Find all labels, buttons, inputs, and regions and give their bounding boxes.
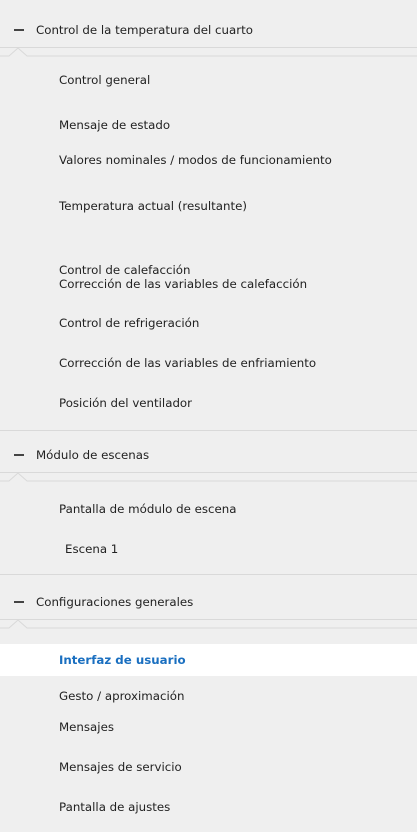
tree-item-label: Corrección de las variables de enfriamie…: [59, 356, 317, 370]
tree-item-label: Control general: [59, 73, 151, 87]
tree-item-mensaje-de-estado[interactable]: Mensaje de estado: [0, 109, 417, 141]
tree-item-pantalla-modulo-escena[interactable]: Pantalla de módulo de escena: [0, 493, 417, 525]
section-header-scene-module[interactable]: Módulo de escenas: [0, 437, 417, 473]
section-divider: [0, 574, 417, 575]
section-title: Configuraciones generales: [36, 595, 194, 609]
section-title: Módulo de escenas: [36, 448, 150, 462]
tree-item-label: Corrección de las variables de calefacci…: [59, 277, 308, 291]
tree-item-posicion-del-ventilador[interactable]: Posición del ventilador: [0, 387, 417, 419]
minus-collapse-icon[interactable]: [14, 29, 24, 31]
tree-item-label: Valores nominales / modos de funcionamie…: [59, 153, 332, 167]
tree-item-mensajes-de-servicio[interactable]: Mensajes de servicio: [0, 751, 417, 783]
tree-item-temperatura-actual[interactable]: Temperatura actual (resultante): [0, 190, 417, 222]
tree-item-label: Posición del ventilador: [59, 396, 192, 410]
tree-item-label: Mensajes de servicio: [59, 760, 182, 774]
tree-item-escena-1[interactable]: Escena 1: [0, 533, 417, 565]
tree-item-label: Mensaje de estado: [59, 118, 171, 132]
minus-collapse-icon[interactable]: [14, 601, 24, 603]
section-notch: [0, 619, 417, 629]
tree-item-label: Temperatura actual (resultante): [59, 199, 247, 213]
tree-item-mensajes[interactable]: Mensajes: [0, 711, 417, 743]
tree-item-label: Control de refrigeración: [59, 316, 200, 330]
tree-item-valores-nominales[interactable]: Valores nominales / modos de funcionamie…: [0, 144, 417, 176]
tree-item-correccion-calefaccion[interactable]: Corrección de las variables de calefacci…: [0, 268, 417, 300]
section-header-room-temperature-control[interactable]: Control de la temperatura del cuarto: [0, 12, 417, 48]
minus-collapse-icon[interactable]: [14, 454, 24, 456]
tree-item-label: Mensajes: [59, 720, 114, 734]
tree-item-correccion-enfriamiento[interactable]: Corrección de las variables de enfriamie…: [0, 347, 417, 379]
tree-item-control-general[interactable]: Control general: [0, 64, 417, 96]
tree-item-label: Pantalla de ajustes: [59, 800, 171, 814]
section-notch: [0, 472, 417, 482]
section-header-general-settings[interactable]: Configuraciones generales: [0, 584, 417, 620]
section-title: Control de la temperatura del cuarto: [36, 23, 253, 37]
section-notch: [0, 47, 417, 57]
tree-item-label: Gesto / aproximación: [59, 689, 185, 703]
tree-item-interfaz-de-usuario[interactable]: Interfaz de usuario: [0, 644, 417, 676]
tree-item-pantalla-de-ajustes[interactable]: Pantalla de ajustes: [0, 791, 417, 823]
tree-item-control-de-refrigeracion[interactable]: Control de refrigeración: [0, 307, 417, 339]
tree-item-label: Escena 1: [65, 542, 119, 556]
tree-item-label: Pantalla de módulo de escena: [59, 502, 237, 516]
tree-item-gesto-aproximacion[interactable]: Gesto / aproximación: [0, 680, 417, 712]
navigation-tree: Control de la temperatura del cuarto Con…: [0, 0, 417, 832]
tree-item-label: Interfaz de usuario: [59, 653, 186, 667]
section-divider: [0, 430, 417, 431]
